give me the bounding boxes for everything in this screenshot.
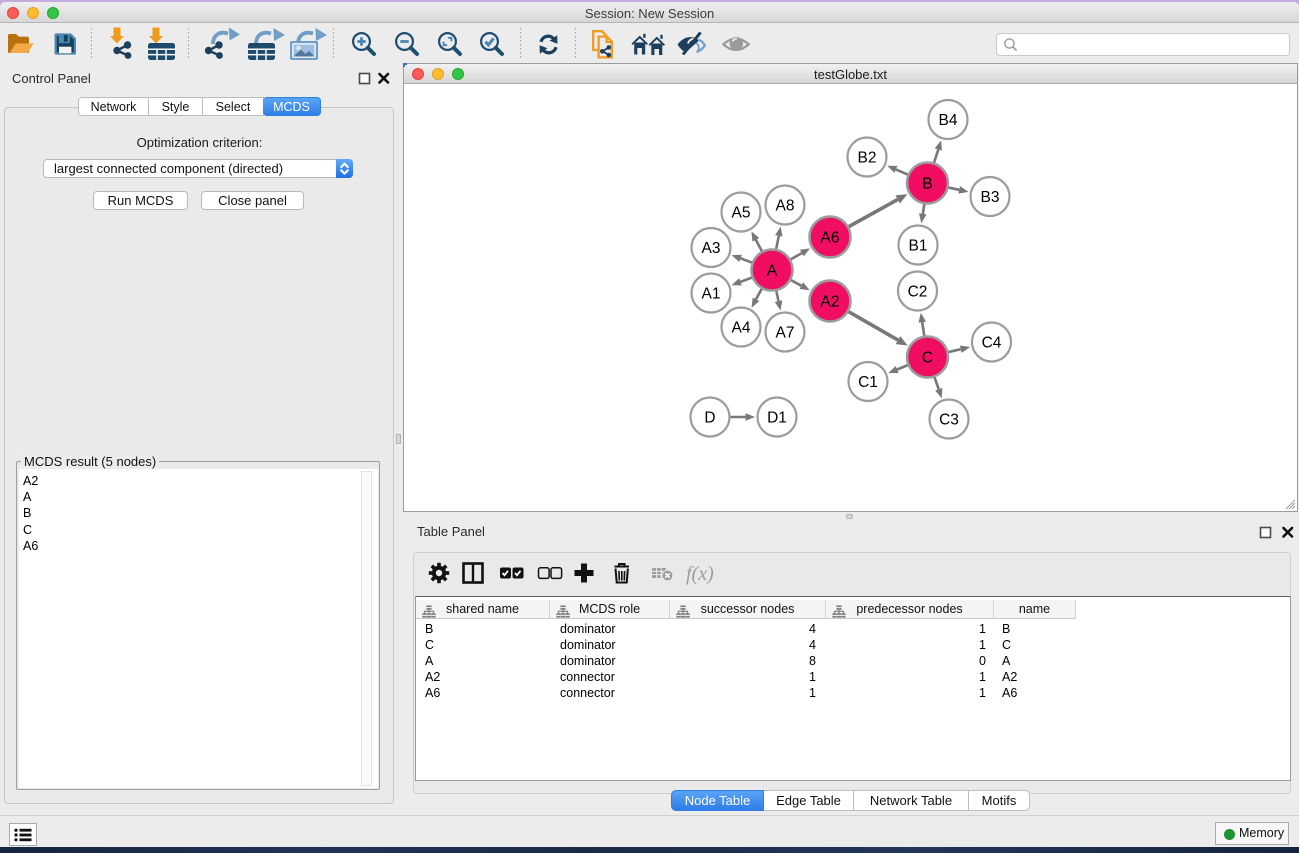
svg-text:A2: A2 xyxy=(821,294,840,311)
svg-text:A3: A3 xyxy=(702,240,721,257)
svg-text:D: D xyxy=(704,410,715,427)
svg-text:B: B xyxy=(922,176,932,193)
svg-text:C: C xyxy=(922,350,933,367)
svg-text:C4: C4 xyxy=(982,335,1002,352)
svg-text:A7: A7 xyxy=(776,325,795,342)
svg-text:D1: D1 xyxy=(767,410,787,427)
svg-text:C2: C2 xyxy=(908,284,928,301)
svg-text:A: A xyxy=(767,263,778,280)
svg-text:A5: A5 xyxy=(732,205,751,222)
svg-text:B2: B2 xyxy=(858,150,877,167)
svg-text:A6: A6 xyxy=(821,230,840,247)
svg-text:C1: C1 xyxy=(858,374,878,391)
svg-text:A1: A1 xyxy=(702,286,721,303)
svg-text:B3: B3 xyxy=(981,189,1000,206)
svg-text:A8: A8 xyxy=(776,198,795,215)
svg-text:A4: A4 xyxy=(732,320,751,337)
svg-text:B1: B1 xyxy=(909,238,928,255)
svg-text:B4: B4 xyxy=(939,112,958,129)
svg-text:C3: C3 xyxy=(939,412,959,429)
svg-text:f(x): f(x) xyxy=(686,563,714,585)
